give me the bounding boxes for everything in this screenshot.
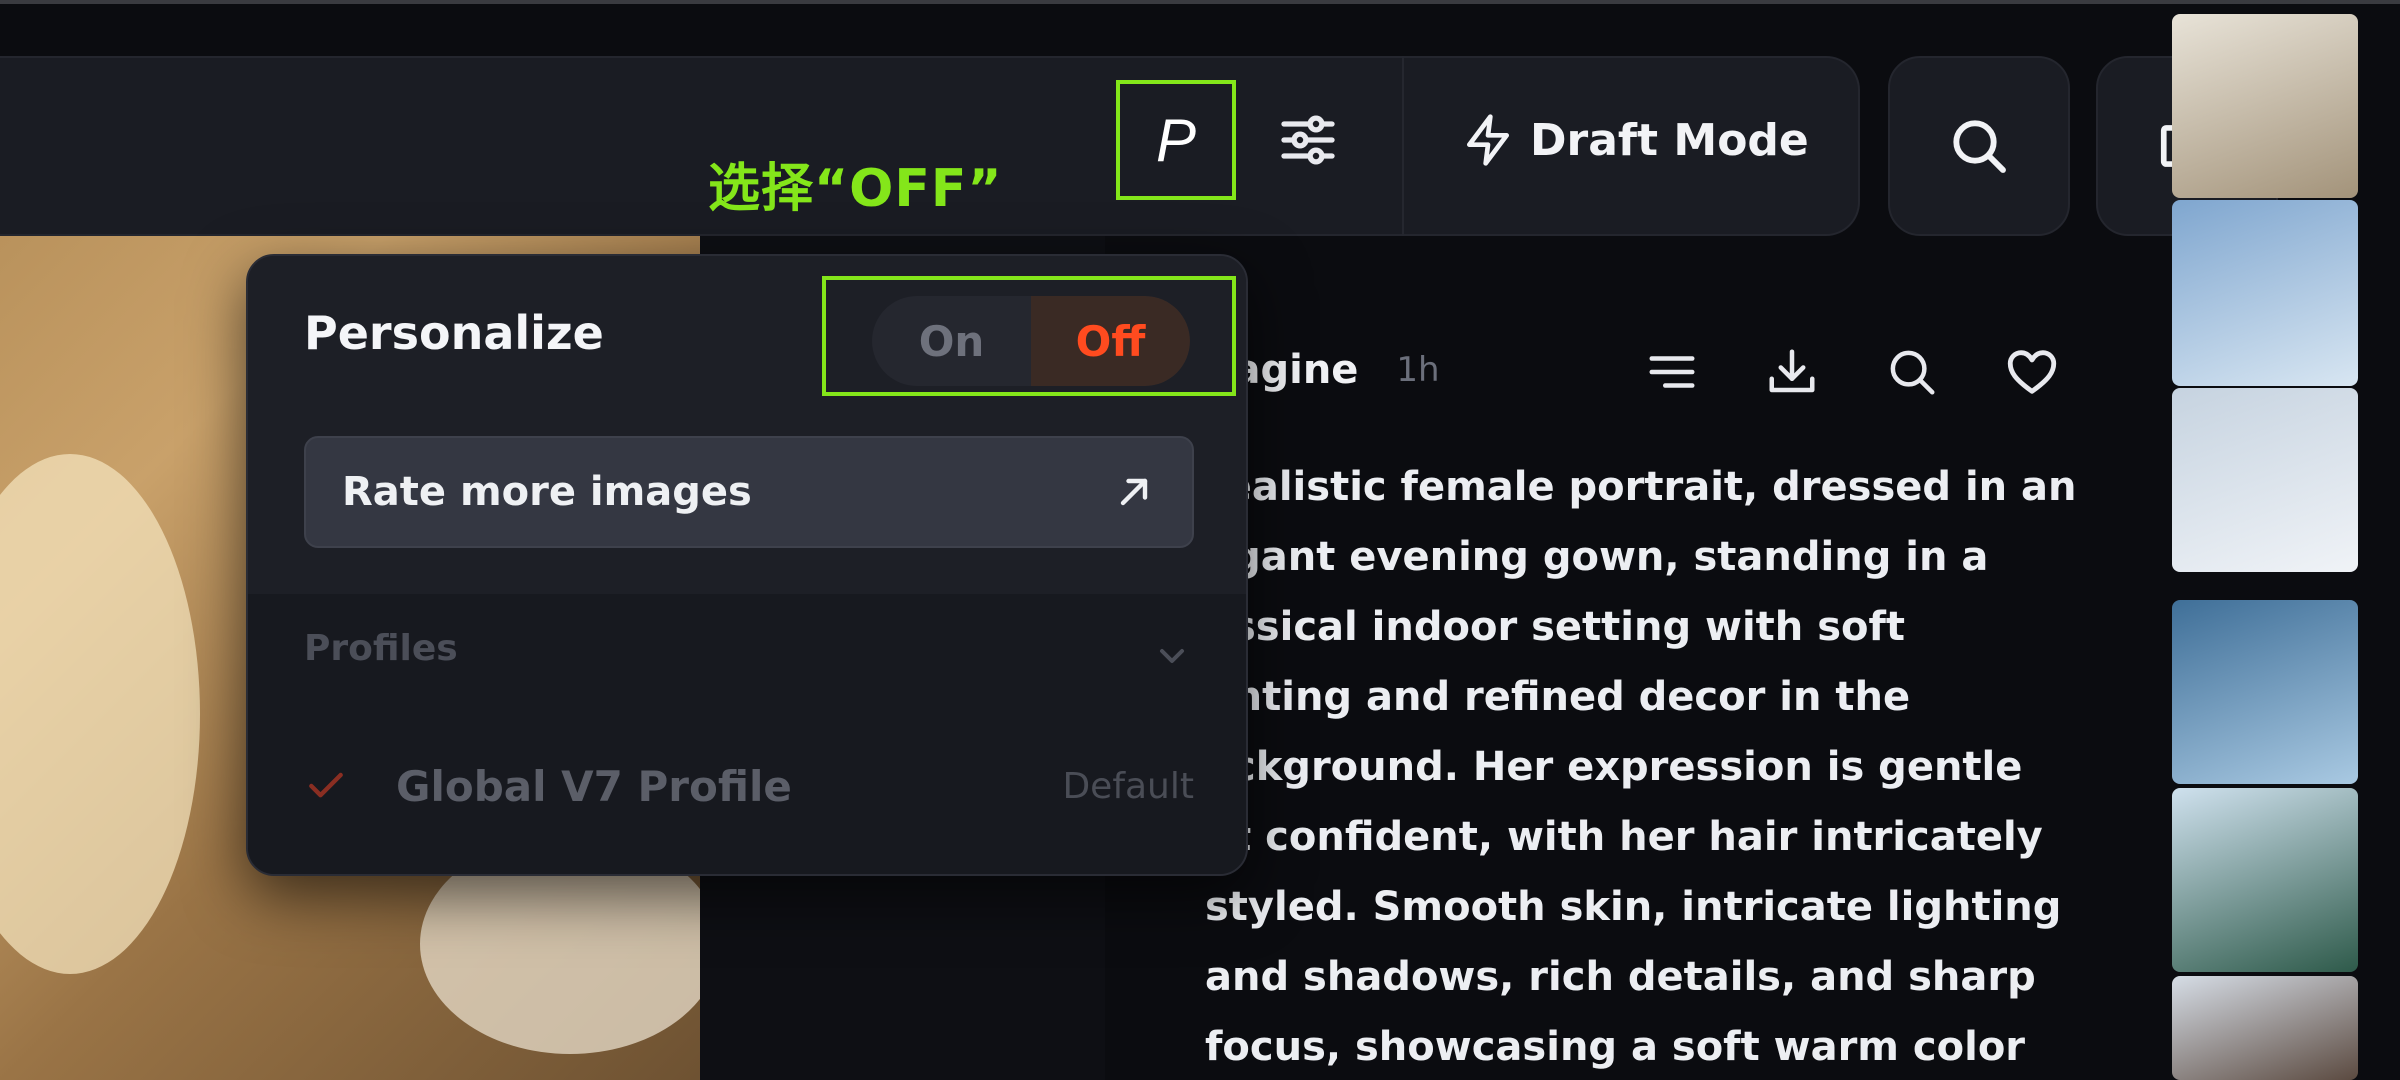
profile-name: Global V7 Profile	[396, 761, 792, 811]
arrow-up-right-icon	[1120, 478, 1148, 506]
profiles-label[interactable]: Profiles	[304, 628, 458, 669]
job-time: 1h	[1396, 350, 1440, 390]
like-button[interactable]	[2000, 340, 2064, 404]
search-icon	[1890, 350, 1935, 395]
rate-more-images-button[interactable]: Rate more images	[304, 436, 1194, 548]
check-icon	[304, 764, 364, 808]
draft-mode-button[interactable]: Draft Mode	[1460, 100, 1809, 180]
paint-highlight	[0, 454, 200, 974]
thumbnail[interactable]	[2172, 388, 2358, 572]
toolbar-divider	[1402, 56, 1404, 236]
search-icon	[1953, 120, 2006, 173]
profile-item[interactable]: Global V7 Profile Default	[304, 756, 1194, 816]
thumbnail[interactable]	[2172, 976, 2358, 1080]
thumbnail[interactable]	[2172, 200, 2358, 386]
lightning-icon	[1467, 114, 1509, 166]
list-button[interactable]	[1640, 340, 1704, 404]
sliders-icon	[1281, 115, 1335, 165]
thumbnail[interactable]	[2172, 600, 2358, 784]
prompt-text: realistic female portrait, dressed in an…	[1205, 464, 2077, 1070]
job-actions	[1640, 340, 2064, 404]
rate-button-label: Rate more images	[342, 469, 752, 515]
annotation-label: 选择“OFF”	[708, 159, 1003, 219]
popup-title: Personalize	[304, 306, 604, 360]
draft-mode-label: Draft Mode	[1530, 114, 1809, 166]
profile-default-tag: Default	[1062, 765, 1194, 807]
search-button[interactable]	[1888, 56, 2070, 236]
settings-button[interactable]	[1272, 104, 1344, 176]
personalize-button-highlight	[1116, 80, 1236, 200]
thumbnail[interactable]	[2172, 14, 2358, 198]
list-icon	[1649, 356, 1695, 388]
thumbnail-strip	[2172, 0, 2362, 1080]
heart-icon	[2007, 350, 2057, 394]
thumbnail[interactable]	[2172, 788, 2358, 972]
chevron-down-icon[interactable]	[1152, 636, 1192, 680]
off-toggle-highlight	[822, 276, 1236, 396]
download-button[interactable]	[1760, 340, 1824, 404]
search-similar-button[interactable]	[1880, 340, 1944, 404]
window-top-border	[0, 0, 2400, 4]
download-icon	[1769, 349, 1815, 393]
